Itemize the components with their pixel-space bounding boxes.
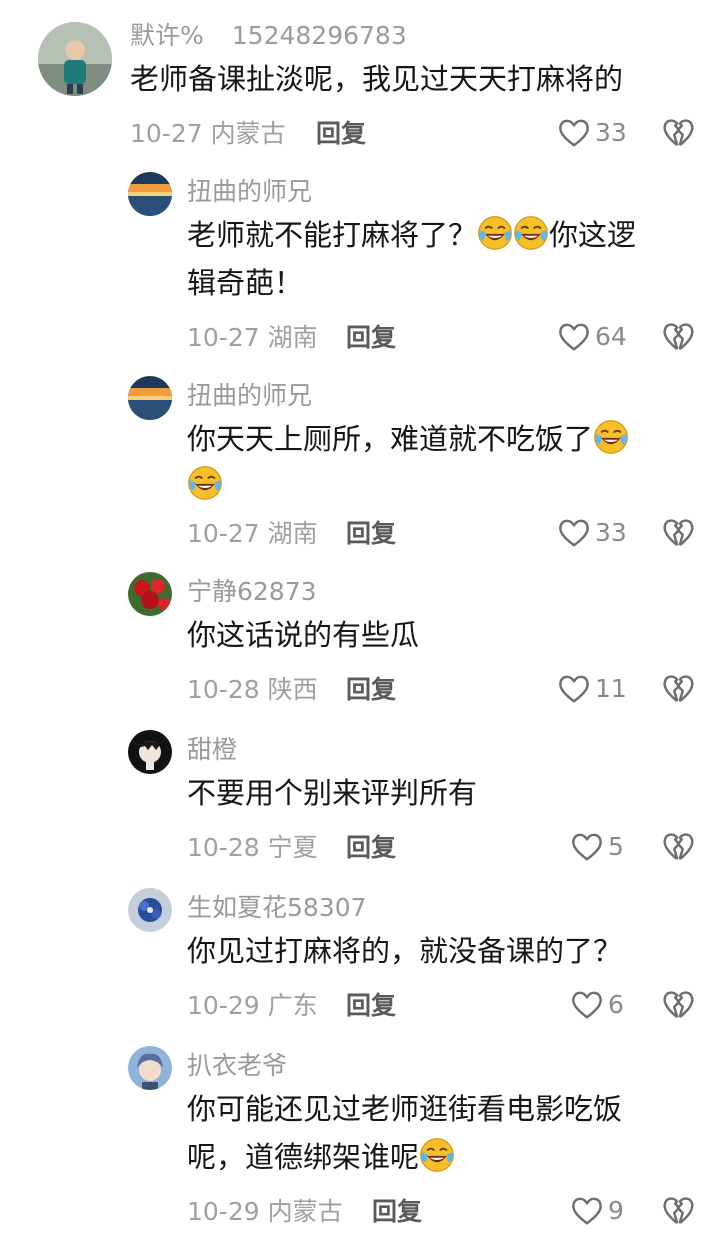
heart-icon [570,988,604,1022]
face-with-tears-of-joy-icon [477,215,513,251]
comment-text-part: 老师就不能打麻将了？ [187,218,478,252]
red-flowers-avatar[interactable] [128,572,172,616]
comment-date: 10-27 [187,519,260,548]
username-text[interactable]: 默许% [130,21,204,50]
reply-button[interactable]: 回复 [346,674,396,706]
comment-text: 你天天上厕所，难道就不吃饭了 [187,414,629,464]
reply-button[interactable]: 回复 [346,990,396,1022]
like-count: 64 [595,322,627,351]
comment-text-part: 你这逻 [549,218,637,252]
child-photo-avatar[interactable] [38,22,112,96]
comment-text-line: 呢，道德绑架谁呢 [187,1132,455,1182]
comment-text-part: 你天天上厕所，难道就不吃饭了 [187,422,594,456]
comment-location: 湖南 [267,323,318,352]
heart-icon [557,672,591,706]
comment-meta: 10-27 湖南 [187,322,318,354]
dislike-button[interactable] [661,830,695,864]
comment-text-line: 辑奇葩！ [187,266,304,300]
anime-character-avatar[interactable] [128,730,172,774]
heart-icon [557,320,591,354]
face-with-tears-of-joy-icon [419,1137,455,1173]
comment-meta: 10-28 陕西 [187,674,318,706]
user-id-text: 15248296783 [231,21,407,50]
like-button[interactable]: 33 [557,116,627,150]
heart-icon [557,516,591,550]
reply-button[interactable]: 回复 [372,1196,422,1228]
comment-date: 10-28 [187,833,260,862]
reply-button[interactable]: 回复 [316,118,366,150]
comment-date: 10-28 [187,675,260,704]
comment-username[interactable]: 扭曲的师兄 [187,380,312,412]
comment-username[interactable]: 扒衣老爷 [187,1050,287,1082]
like-button[interactable]: 6 [570,988,624,1022]
comment-text: 老师备课扯淡呢，我见过天天打麻将的 [130,62,624,96]
like-count: 33 [595,118,627,147]
heart-icon [570,1194,604,1228]
dislike-button[interactable] [661,988,695,1022]
comment-location: 广东 [267,991,318,1020]
comment-text: 不要用个别来评判所有 [187,776,478,810]
like-button[interactable]: 5 [570,830,624,864]
like-count: 33 [595,518,627,547]
like-button[interactable]: 33 [557,516,627,550]
heart-icon [570,830,604,864]
comment-text-line [187,460,223,510]
comment-meta: 10-29 广东 [187,990,318,1022]
comment-text: 你这话说的有些瓜 [187,618,420,652]
comment-username[interactable]: 甜橙 [187,734,237,766]
comment-username[interactable]: 默许% 15248296783 [130,20,407,52]
comment-date: 10-27 [187,323,260,352]
like-button[interactable]: 9 [570,1194,624,1228]
comment-text-part: 呢，道德绑架谁呢 [187,1140,420,1174]
like-button[interactable]: 11 [557,672,627,706]
dislike-button[interactable] [661,116,695,150]
dislike-button[interactable] [661,320,695,354]
dislike-button[interactable] [661,516,695,550]
comment-username[interactable]: 宁静62873 [187,576,317,608]
like-count: 9 [608,1196,624,1225]
sunset-lake-avatar[interactable] [128,376,172,420]
comment-location: 内蒙古 [210,119,286,148]
comment-date: 10-29 [187,1197,260,1226]
comment-location: 陕西 [267,675,318,704]
like-count: 5 [608,832,624,861]
reply-button[interactable]: 回复 [346,518,396,550]
comment-meta: 10-27 内蒙古 [130,118,286,150]
comment-location: 湖南 [267,519,318,548]
comment-location: 宁夏 [267,833,318,862]
comment-username[interactable]: 扭曲的师兄 [187,176,312,208]
comment-text: 你见过打麻将的，就没备课的了？ [187,934,623,968]
comment-date: 10-29 [187,991,260,1020]
comment-meta: 10-28 宁夏 [187,832,318,864]
reply-button[interactable]: 回复 [346,322,396,354]
sunset-lake-avatar[interactable] [128,172,172,216]
blue-flower-avatar[interactable] [128,888,172,932]
dislike-button[interactable] [661,1194,695,1228]
heart-icon [557,116,591,150]
comment-meta: 10-29 内蒙古 [187,1196,343,1228]
comment-text: 你可能还见过老师逛街看电影吃饭 [187,1092,623,1126]
like-button[interactable]: 64 [557,320,627,354]
comment-text: 老师就不能打麻将了？ 你这逻 [187,210,636,260]
anime-boy-avatar[interactable] [128,1046,172,1090]
comment-location: 内蒙古 [267,1197,343,1226]
face-with-tears-of-joy-icon [513,215,549,251]
reply-button[interactable]: 回复 [346,832,396,864]
like-count: 11 [595,674,627,703]
comment-username[interactable]: 生如夏花58307 [187,892,367,924]
comment-meta: 10-27 湖南 [187,518,318,550]
dislike-button[interactable] [661,672,695,706]
like-count: 6 [608,990,624,1019]
face-with-tears-of-joy-icon [187,465,223,501]
comment-date: 10-27 [130,119,203,148]
face-with-tears-of-joy-icon [593,419,629,455]
